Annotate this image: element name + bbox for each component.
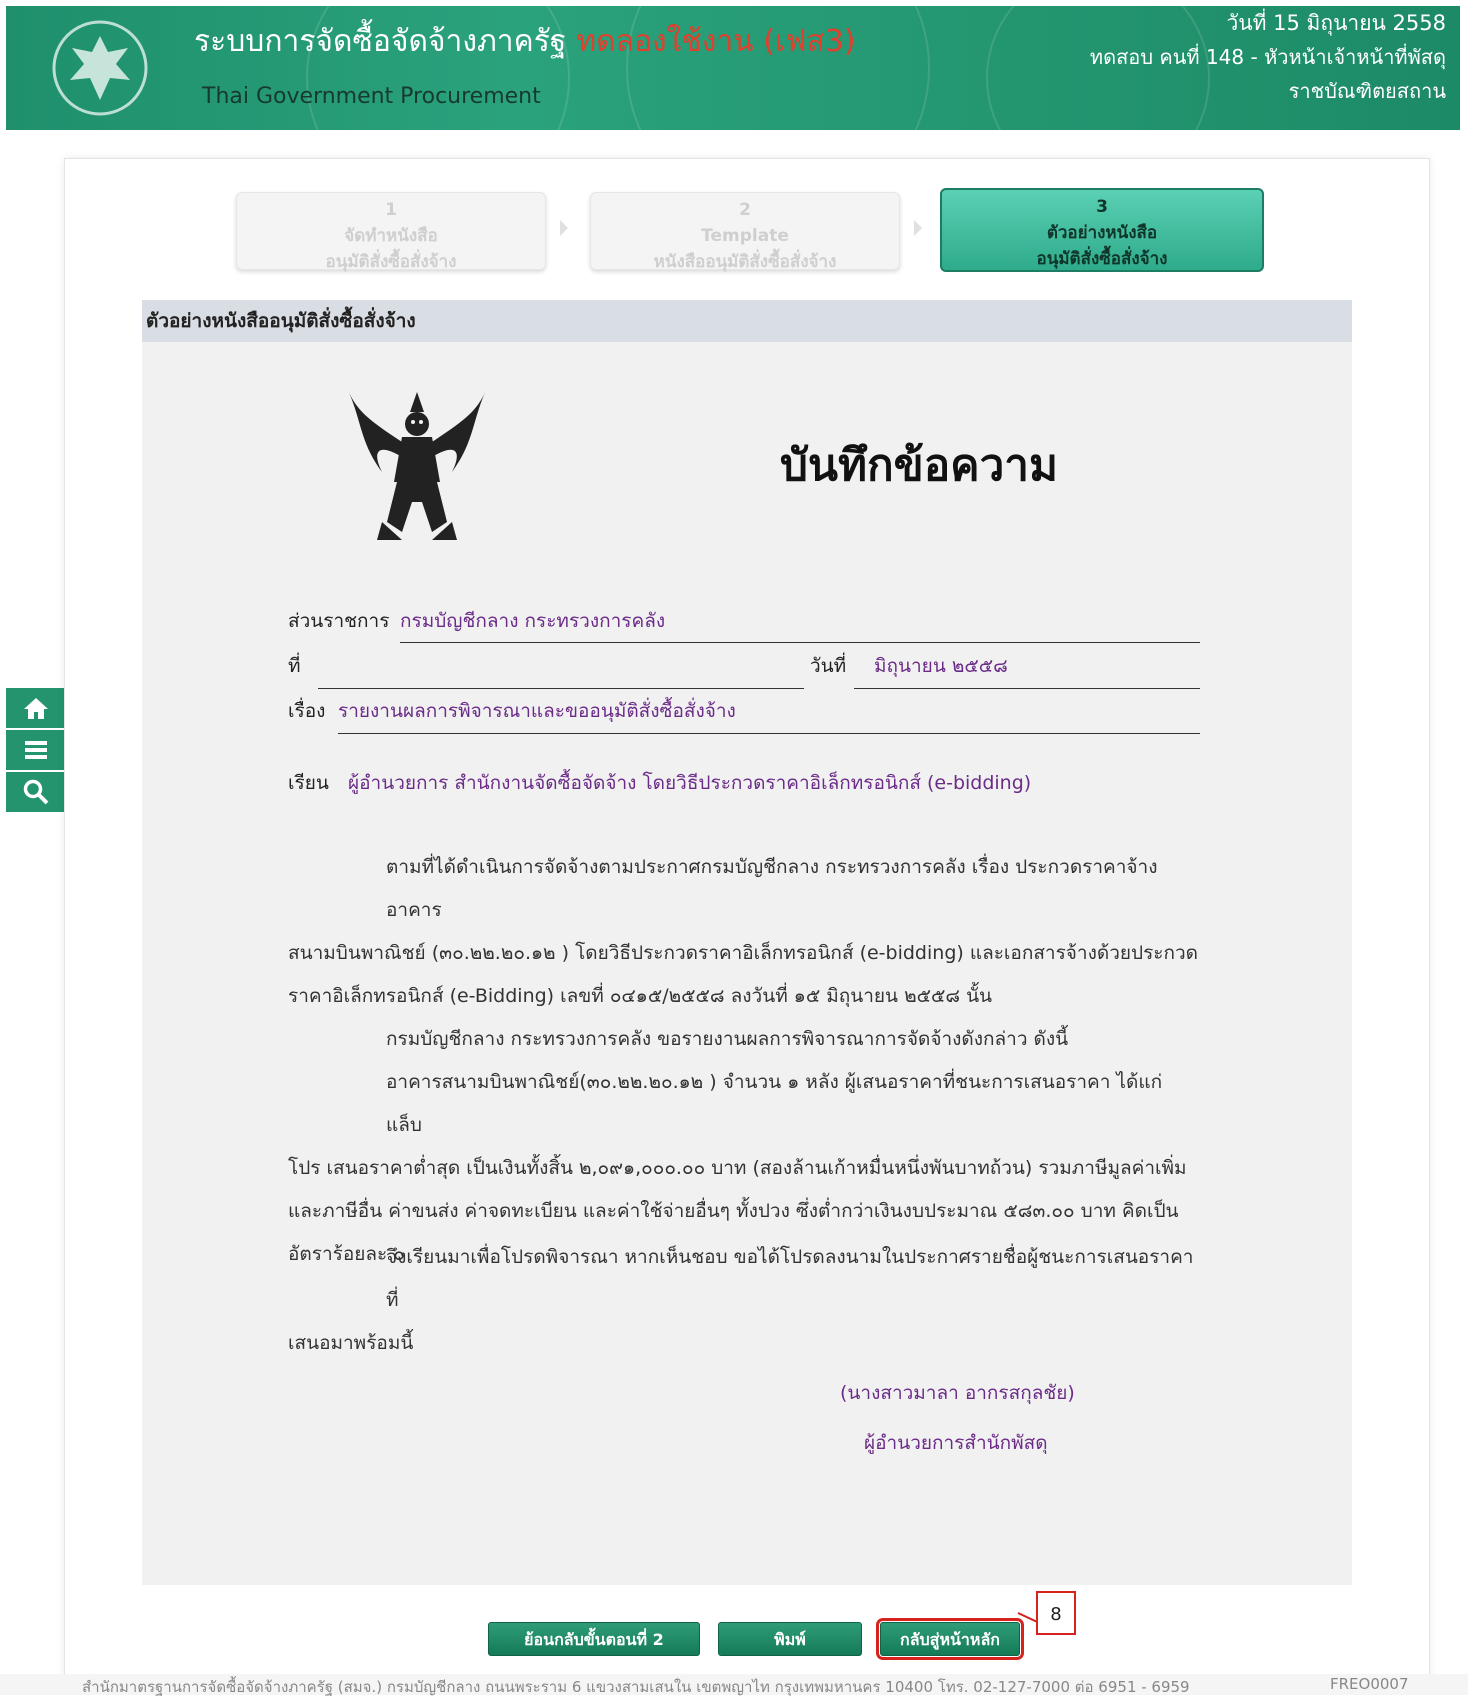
para1-line1: ตามที่ได้ดำเนินการจัดจ้างตามประกาศกรมบัญ…	[386, 856, 1158, 921]
garuda-seal-logo	[52, 20, 148, 116]
menu-button[interactable]	[6, 730, 66, 770]
agency-underline	[400, 642, 1200, 643]
para3-line1: อาคารสนามบินพาณิชย์(๓๐.๒๒.๒๐.๑๒ ) จำนวน …	[386, 1071, 1163, 1136]
body-paragraph-closing: จึงเรียนมาเพื่อโปรดพิจารณา หากเห็นชอบ ขอ…	[288, 1236, 1200, 1365]
step-3-sublabel: อนุมัติสั่งซื้อสั่งจ้าง	[1036, 249, 1168, 269]
step-1-label: จัดทำหนังสือ	[344, 226, 438, 246]
ref-underline	[318, 688, 804, 689]
signer-title: ผู้อำนวยการสำนักพัสดุ	[864, 1432, 1048, 1454]
para4-line2: เสนอมาพร้อมนี้	[288, 1332, 414, 1354]
section-title: ตัวอย่างหนังสืออนุมัติสั่งซื้อสั่งจ้าง	[142, 300, 1352, 342]
para1-line3: ราคาอิเล็กทรอนิกส์ (e-Bidding) เลขที่ ๐๔…	[288, 985, 993, 1007]
step-1-number: 1	[385, 200, 397, 220]
para2-line1: กรมบัญชีกลาง กระทรวงการคลัง ขอรายงานผลกา…	[386, 1028, 1069, 1050]
signer-name: (นางสาวมาลา อากรสกุลชัย)	[840, 1382, 1075, 1404]
subject-value: รายงานผลการพิจารณาและขออนุมัติสั่งซื้อสั…	[338, 700, 736, 722]
home-button[interactable]	[6, 688, 66, 728]
subject-underline	[338, 733, 1200, 734]
side-nav	[6, 688, 66, 814]
step-2-label: Template	[701, 226, 789, 246]
step-arrow-icon	[560, 220, 568, 236]
search-button[interactable]	[6, 772, 66, 812]
subject-label: เรื่อง	[288, 700, 326, 722]
date-value: มิถุนายน ๒๕๕๘	[874, 655, 1008, 677]
footer-page-code: FREO0007	[1330, 1675, 1409, 1693]
agency-name: ราชบัณฑิตยสถาน	[1288, 79, 1446, 103]
app-header: ระบบการจัดซื้อจัดจ้างภาครัฐ ทดลองใช้งาน (…	[6, 6, 1460, 130]
ref-label: ที่	[288, 655, 301, 677]
date-underline	[854, 688, 1200, 689]
para3-line3: และภาษีอื่น ค่าขนส่ง ค่าจดทะเบียน และค่า…	[288, 1200, 1179, 1222]
system-subtitle: Thai Government Procurement	[202, 84, 541, 109]
page-footer: สำนักมาตรฐานการจัดซื้อจัดจ้างภาครัฐ (สมจ…	[0, 1674, 1468, 1696]
memo-title: บันทึกข้อความ	[780, 440, 1059, 491]
home-icon	[24, 698, 48, 719]
step-3-number: 3	[1096, 197, 1108, 217]
step-2[interactable]: 2 Template หนังสืออนุมัติสั่งซื้อสั่งจ้า…	[590, 192, 900, 272]
to-label: เรียน	[288, 772, 329, 794]
garuda-emblem-icon	[348, 390, 486, 540]
print-button[interactable]: พิมพ์	[718, 1622, 862, 1656]
agency-value: กรมบัญชีกลาง กระทรวงการคลัง	[400, 610, 666, 632]
para1-line2: สนามบินพาณิชย์ (๓๐.๒๒.๒๐.๑๒ ) โดยวิธีประ…	[288, 942, 1199, 964]
para4-line1: จึงเรียนมาเพื่อโปรดพิจารณา หากเห็นชอบ ขอ…	[386, 1246, 1194, 1311]
step-arrow-icon	[914, 220, 922, 236]
back-to-step-2-button[interactable]: ย้อนกลับขั้นตอนที่ 2	[488, 1622, 700, 1656]
to-value: ผู้อำนวยการ สำนักงานจัดซื้อจัดจ้าง โดยวิ…	[348, 772, 1032, 794]
agency-label: ส่วนราชการ	[288, 610, 390, 632]
footer-address: สำนักมาตรฐานการจัดซื้อจัดจ้างภาครัฐ (สมจ…	[82, 1678, 1190, 1696]
body-paragraph-1: ตามที่ได้ดำเนินการจัดจ้างตามประกาศกรมบัญ…	[288, 846, 1200, 1276]
step-1-sublabel: อนุมัติสั่งซื้อสั่งจ้าง	[325, 252, 457, 272]
menu-icon	[25, 741, 47, 759]
step-2-sublabel: หนังสืออนุมัติสั่งซื้อสั่งจ้าง	[653, 252, 837, 272]
step-1[interactable]: 1 จัดทำหนังสือ อนุมัติสั่งซื้อสั่งจ้าง	[236, 192, 546, 272]
system-title: ระบบการจัดซื้อจัดจ้างภาครัฐ ทดลองใช้งาน (…	[194, 24, 856, 59]
callout-badge: 8	[1036, 1591, 1076, 1635]
step-3[interactable]: 3 ตัวอย่างหนังสือ อนุมัติสั่งซื้อสั่งจ้า…	[940, 188, 1264, 272]
user-info: วันที่ 15 มิถุนายน 2558 ทดสอบ คนที่ 148 …	[1090, 6, 1446, 108]
step-2-number: 2	[739, 200, 751, 220]
step-3-label: ตัวอย่างหนังสือ	[1046, 223, 1158, 243]
search-icon	[23, 779, 49, 805]
date-label: วันที่	[810, 655, 847, 677]
user-name: ทดสอบ คนที่ 148 - หัวหน้าเจ้าหน้าที่พัสด…	[1089, 45, 1446, 69]
para3-line2: โปร เสนอราคาต่ำสุด เป็นเงินทั้งสิ้น ๒,๐๙…	[288, 1157, 1187, 1179]
back-to-home-button[interactable]: กลับสู่หน้าหลัก	[876, 1618, 1024, 1660]
trial-label: ทดลองใช้งาน (เฟส3)	[576, 24, 856, 59]
current-date: วันที่ 15 มิถุนายน 2558	[1226, 11, 1446, 35]
